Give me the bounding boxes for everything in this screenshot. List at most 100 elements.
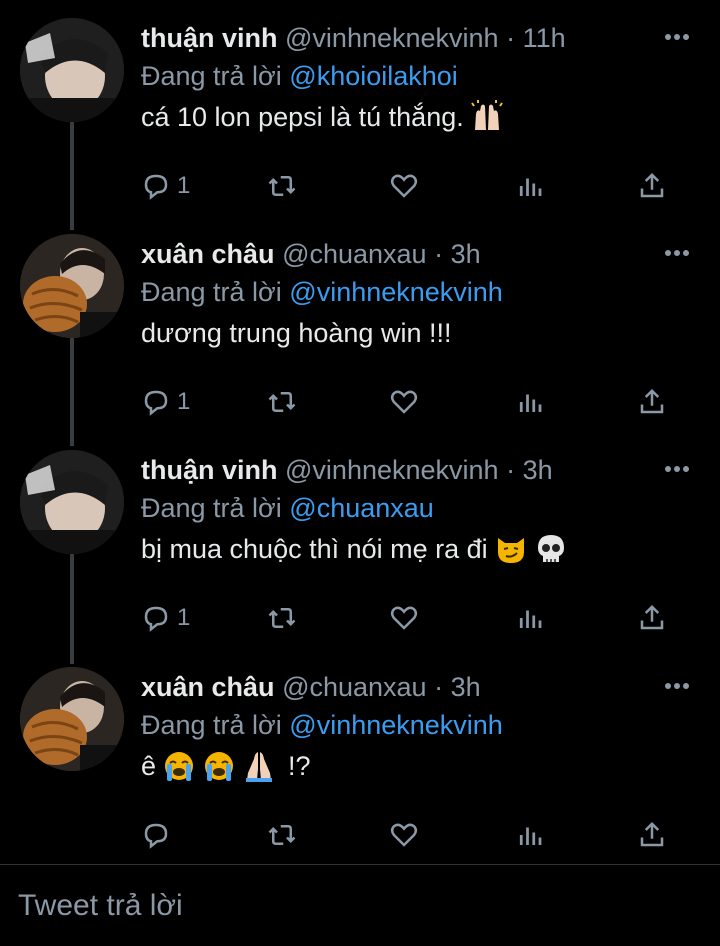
reply-prefix: Đang trả lời [141,493,282,523]
mention-link[interactable]: @khoioilakhoi [289,61,458,91]
tweet-header: thuận vinh @vinhneknekvinh · 3h [141,450,553,490]
share-button[interactable] [637,598,667,638]
avatar[interactable] [20,18,124,122]
reply-bar: Tweet trả lời [0,865,720,946]
reply-icon [144,823,168,849]
avatar[interactable] [20,234,124,338]
reply-button[interactable]: 1 [141,382,190,422]
reply-count: 1 [177,604,191,631]
like-button[interactable] [389,382,419,422]
handle[interactable]: @vinhneknekvinh [285,23,499,53]
tweet[interactable]: thuận vinh @vinhneknekvinh · 11h Đang tr… [0,18,720,218]
more-options-icon[interactable] [662,454,692,484]
loudly-crying-face-icon [162,749,196,783]
reply-button[interactable]: 1 [141,598,190,638]
retweet-button[interactable] [267,382,297,422]
like-button[interactable] [389,598,419,638]
analytics-icon [519,178,542,196]
timestamp[interactable]: · 3h [434,672,481,702]
like-button[interactable] [389,815,419,855]
heart-icon [390,606,418,630]
tweet-text-suffix: !? [288,751,311,781]
share-button[interactable] [637,815,667,855]
analytics-button[interactable] [515,815,545,855]
tweet-header: thuận vinh @vinhneknekvinh · 11h [141,18,566,58]
tweet-text: dương trung hoàng win !!! [141,310,451,356]
reply-button[interactable]: 1 [141,166,190,206]
skull-icon [534,532,568,566]
retweet-icon [268,608,296,628]
tweet-text: cá 10 lon pepsi là tú thắng. [141,94,504,140]
tweet-header: xuân châu @chuanxau · 3h [141,234,481,274]
thread-line [70,338,74,446]
share-icon [640,388,664,414]
share-icon [640,821,664,847]
display-name[interactable]: thuận vinh [141,455,278,485]
reply-context: Đang trả lời @khoioilakhoi [141,56,458,96]
reply-count: 1 [177,172,191,199]
retweet-button[interactable] [267,166,297,206]
loudly-crying-face-icon [202,749,236,783]
retweet-button[interactable] [267,815,297,855]
more-options-icon[interactable] [662,22,692,52]
mention-link[interactable]: @vinhneknekvinh [289,277,503,307]
thread-line [70,122,74,230]
reply-prefix: Đang trả lời [141,61,282,91]
mention-link[interactable]: @chuanxau [289,493,434,523]
tweet-text-content: cá 10 lon pepsi là tú thắng. [141,102,464,132]
mention-link[interactable]: @vinhneknekvinh [289,710,503,740]
timestamp[interactable]: · 3h [434,239,481,269]
share-button[interactable] [637,382,667,422]
analytics-icon [519,827,542,845]
reply-context: Đang trả lời @chuanxau [141,488,434,528]
handle[interactable]: @chuanxau [282,672,427,702]
handle[interactable]: @chuanxau [282,239,427,269]
analytics-icon [519,394,542,412]
smirk-cat-icon [494,532,528,566]
reply-button[interactable] [141,815,177,855]
tweet-text: bị mua chuộc thì nói mẹ ra đi [141,526,568,572]
folded-hands-icon [242,749,276,783]
reply-prefix: Đang trả lời [141,710,282,740]
timestamp[interactable]: · 3h [506,455,553,485]
tweet[interactable]: xuân châu @chuanxau · 3h Đang trả lời @v… [0,234,720,434]
more-options-icon[interactable] [662,671,692,701]
tweet-text-content: bị mua chuộc thì nói mẹ ra đi [141,534,488,564]
analytics-button[interactable] [515,598,545,638]
like-button[interactable] [389,166,419,206]
heart-icon [390,174,418,198]
retweet-button[interactable] [267,598,297,638]
tweet-text-content: ê [141,751,157,781]
handle[interactable]: @vinhneknekvinh [285,455,499,485]
reply-icon [144,174,168,200]
reply-context: Đang trả lời @vinhneknekvinh [141,705,503,745]
timestamp[interactable]: · 11h [506,23,566,53]
more-options-icon[interactable] [662,238,692,268]
analytics-icon [519,610,542,628]
analytics-button[interactable] [515,166,545,206]
avatar[interactable] [20,450,124,554]
tweet-text: ê !? [141,743,311,789]
tweet-actions [141,815,681,855]
reply-prefix: Đang trả lời [141,277,282,307]
reply-count: 1 [177,388,191,415]
share-icon [640,604,664,630]
analytics-button[interactable] [515,382,545,422]
tweet[interactable]: thuận vinh @vinhneknekvinh · 3h Đang trả… [0,450,720,650]
display-name[interactable]: xuân châu [141,239,275,269]
tweet-text-content: dương trung hoàng win !!! [141,318,452,348]
tweet[interactable]: xuân châu @chuanxau · 3h Đang trả lời @v… [0,667,720,864]
display-name[interactable]: xuân châu [141,672,275,702]
heart-icon [390,823,418,847]
avatar[interactable] [20,667,124,771]
retweet-icon [268,176,296,196]
reply-input[interactable]: Tweet trả lời [18,889,183,923]
share-icon [640,172,664,198]
thread-line [70,554,74,664]
display-name[interactable]: thuận vinh [141,23,278,53]
tweet-actions: 1 [141,598,681,638]
share-button[interactable] [637,166,667,206]
retweet-icon [268,392,296,412]
tweet-actions: 1 [141,382,681,422]
raising-hands-icon [470,100,504,134]
